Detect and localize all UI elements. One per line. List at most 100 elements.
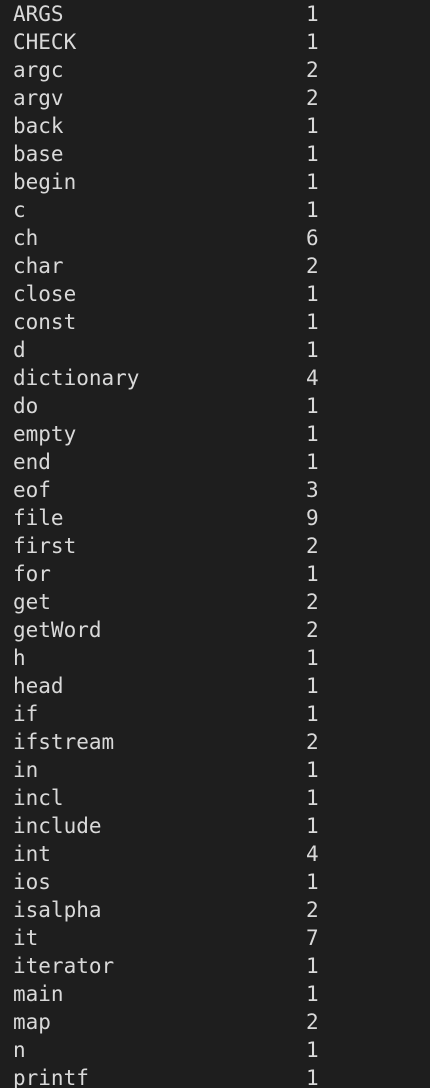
count-text: 1	[306, 170, 319, 194]
count-text: 1	[306, 30, 319, 54]
word-count-row: iterator 1	[0, 952, 430, 980]
word-count-row: argc 2	[0, 56, 430, 84]
word-text: in	[13, 758, 39, 782]
word-text: file	[13, 506, 64, 530]
word-text: d	[13, 338, 26, 362]
count-text: 1	[306, 870, 319, 894]
word-text: ifstream	[13, 730, 115, 754]
word-text: it	[13, 926, 39, 950]
count-text: 2	[306, 1010, 319, 1034]
count-text: 9	[306, 506, 319, 530]
word-text: CHECK	[13, 30, 77, 54]
word-text: incl	[13, 786, 64, 810]
word-text: ios	[13, 870, 51, 894]
word-text: include	[13, 814, 102, 838]
word-count-row: ios 1	[0, 868, 430, 896]
count-text: 1	[306, 982, 319, 1006]
word-count-row: h1	[0, 644, 430, 672]
count-text: 2	[306, 898, 319, 922]
word-count-row: n1	[0, 1036, 430, 1064]
count-text: 1	[306, 142, 319, 166]
count-text: 2	[306, 590, 319, 614]
word-text: first	[13, 534, 77, 558]
word-text: const	[13, 310, 77, 334]
word-count-row: head 1	[0, 672, 430, 700]
word-text: char	[13, 254, 64, 278]
word-count-list: ARGS 1 CHECK 1 argc 2 argv 2 back 1 base 1 begin 1 c 1 c…	[0, 0, 430, 1088]
word-text: main	[13, 982, 64, 1006]
count-text: 1	[306, 786, 319, 810]
count-text: 1	[306, 758, 319, 782]
count-text: 2	[306, 618, 319, 642]
word-count-row: for 1	[0, 560, 430, 588]
word-text: ARGS	[13, 2, 64, 26]
word-count-row: if 1	[0, 700, 430, 728]
count-text: 2	[306, 86, 319, 110]
word-text: iterator	[13, 954, 115, 978]
count-text: 1	[306, 394, 319, 418]
count-text: 1	[306, 1038, 319, 1062]
count-text: 3	[306, 478, 319, 502]
word-text: getWord	[13, 618, 102, 642]
word-count-row: isalpha 2	[0, 896, 430, 924]
count-text: 7	[306, 926, 319, 950]
word-count-row: incl 1	[0, 784, 430, 812]
word-count-row: do 1	[0, 392, 430, 420]
count-text: 6	[306, 226, 319, 250]
word-text: get	[13, 590, 51, 614]
word-count-row: c1	[0, 196, 430, 224]
word-text: begin	[13, 170, 77, 194]
word-count-row: include 1	[0, 812, 430, 840]
word-text: back	[13, 114, 64, 138]
word-count-row: base 1	[0, 140, 430, 168]
word-text: close	[13, 282, 77, 306]
word-text: dictionary	[13, 366, 140, 390]
count-text: 2	[306, 730, 319, 754]
word-count-row: CHECK 1	[0, 28, 430, 56]
word-text: base	[13, 142, 64, 166]
word-count-row: d1	[0, 336, 430, 364]
word-text: head	[13, 674, 64, 698]
count-text: 1	[306, 422, 319, 446]
word-count-row: empty 1	[0, 420, 430, 448]
word-count-row: ARGS 1	[0, 0, 430, 28]
word-text: empty	[13, 422, 77, 446]
word-count-row: char 2	[0, 252, 430, 280]
word-count-row: int 4	[0, 840, 430, 868]
word-count-row: file 9	[0, 504, 430, 532]
count-text: 1	[306, 198, 319, 222]
word-text: eof	[13, 478, 51, 502]
word-count-row: it 7	[0, 924, 430, 952]
count-text: 1	[306, 1066, 319, 1088]
word-text: argc	[13, 58, 64, 82]
terminal-output: ARGS 1 CHECK 1 argc 2 argv 2 back 1 base 1 begin 1 c 1 c…	[0, 0, 430, 1088]
word-count-row: close 1	[0, 280, 430, 308]
word-text: for	[13, 562, 51, 586]
word-count-row: eof 3	[0, 476, 430, 504]
word-count-row: first 2	[0, 532, 430, 560]
count-text: 1	[306, 310, 319, 334]
word-text: ch	[13, 226, 39, 250]
word-text: printf	[13, 1066, 89, 1088]
count-text: 1	[306, 114, 319, 138]
count-text: 1	[306, 562, 319, 586]
word-count-row: back 1	[0, 112, 430, 140]
word-count-row: main 1	[0, 980, 430, 1008]
count-text: 1	[306, 2, 319, 26]
count-text: 2	[306, 58, 319, 82]
word-text: n	[13, 1038, 26, 1062]
count-text: 2	[306, 534, 319, 558]
word-count-row: ch 6	[0, 224, 430, 252]
word-text: do	[13, 394, 39, 418]
count-text: 1	[306, 646, 319, 670]
word-count-row: getWord 2	[0, 616, 430, 644]
word-text: int	[13, 842, 51, 866]
word-count-row: ifstream 2	[0, 728, 430, 756]
word-text: end	[13, 450, 51, 474]
word-count-row: printf 1	[0, 1064, 430, 1088]
word-text: c	[13, 198, 26, 222]
word-text: if	[13, 702, 39, 726]
count-text: 4	[306, 366, 319, 390]
word-count-row: end 1	[0, 448, 430, 476]
count-text: 1	[306, 954, 319, 978]
